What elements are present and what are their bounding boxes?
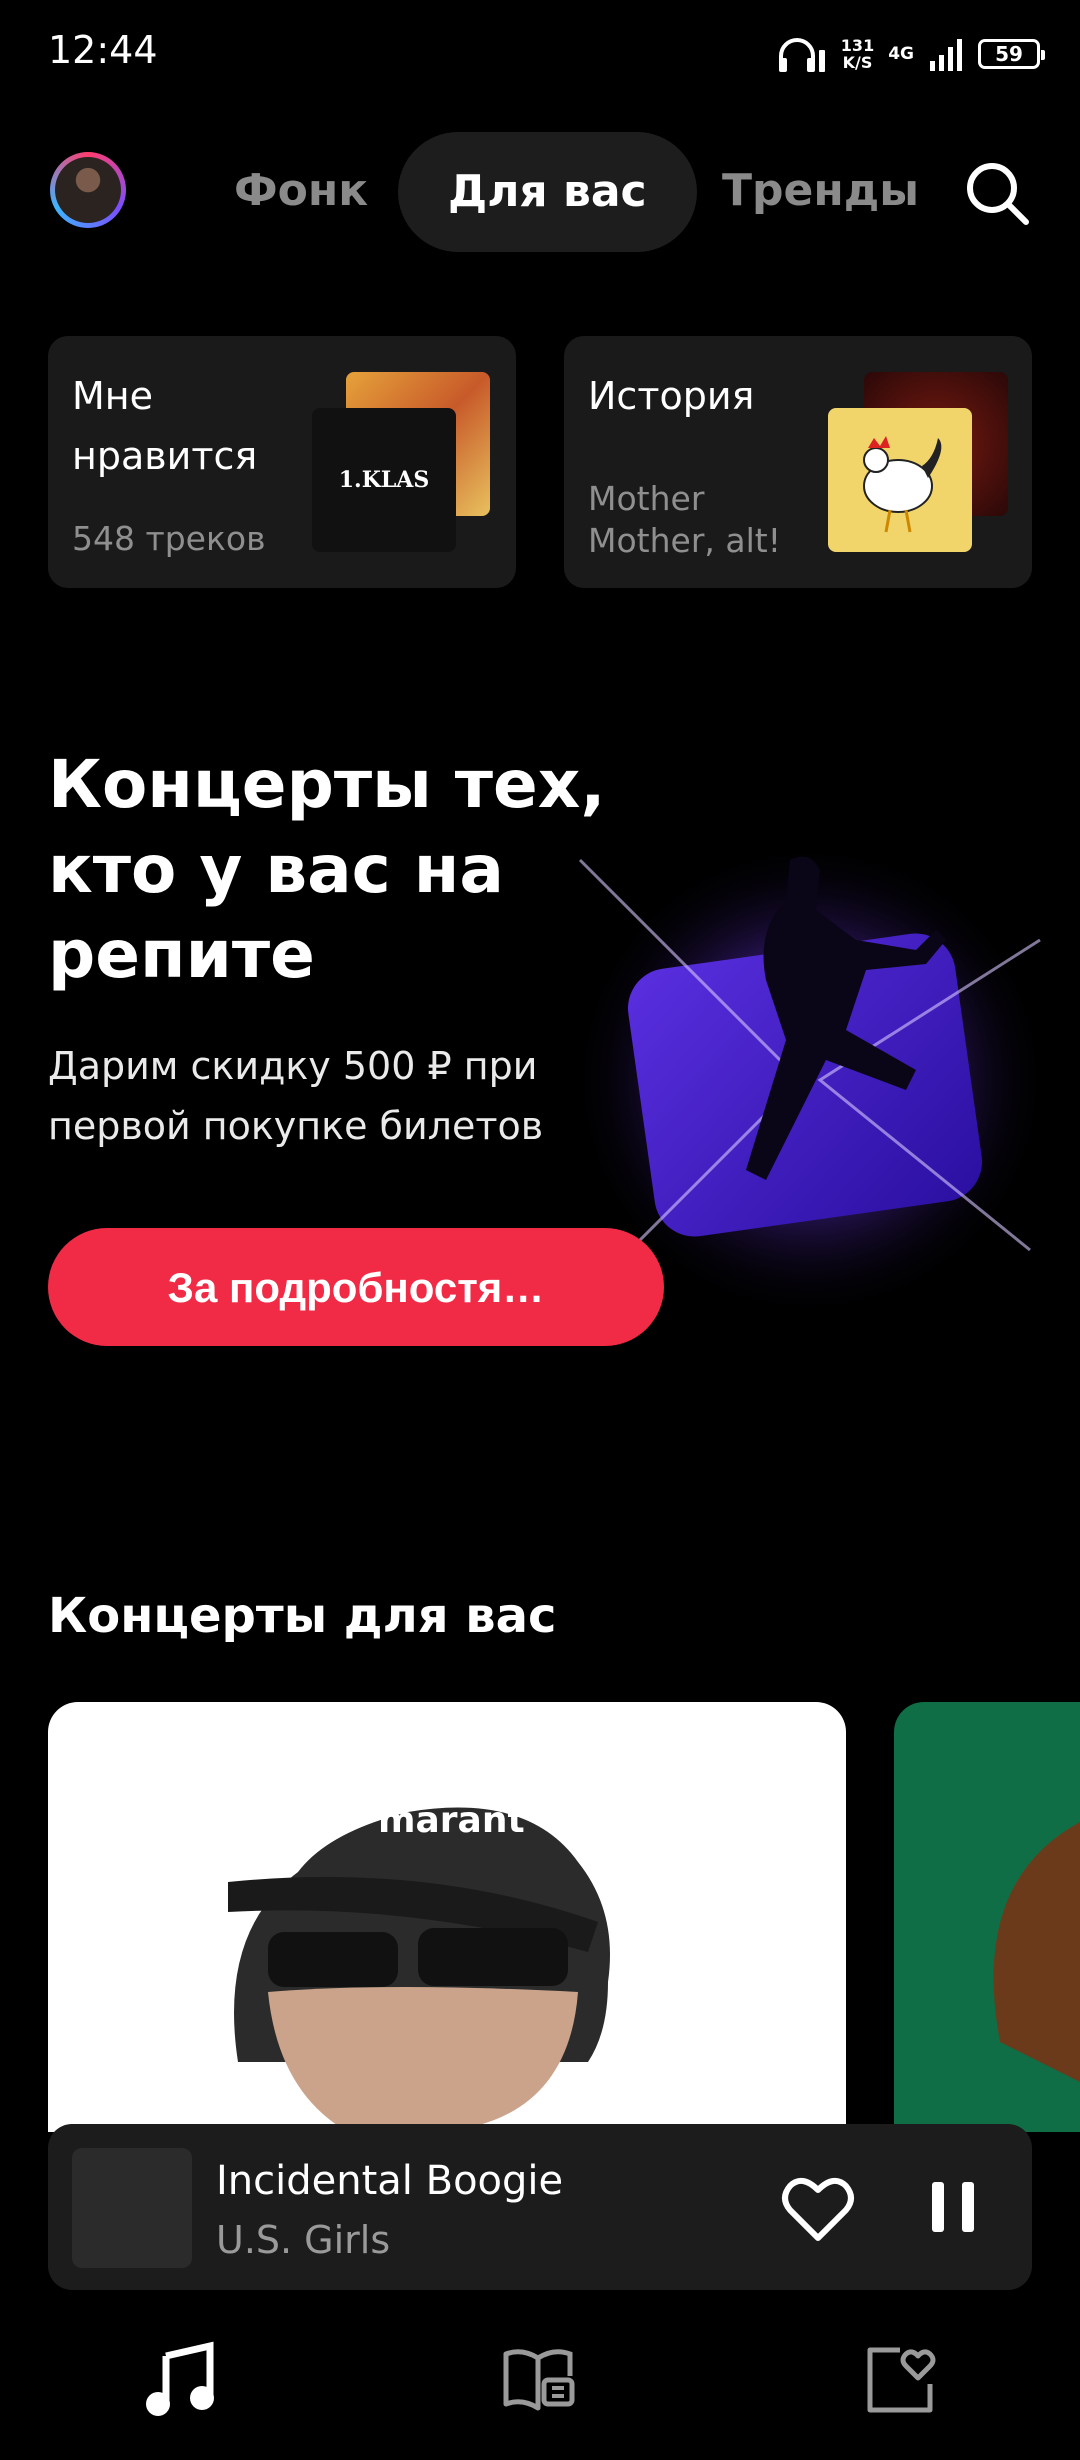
tab-trends[interactable]: Тренды <box>722 158 919 224</box>
avatar[interactable] <box>50 152 126 228</box>
battery-icon: 59 <box>978 39 1045 69</box>
status-icons: 131 K/S 4G 59 <box>775 30 1045 78</box>
concert-card[interactable]: marant <box>48 1702 846 2132</box>
promo-text: Дарим скидку 500 ₽ при первой покупке би… <box>48 1044 544 1148</box>
collection-heart-icon[interactable] <box>860 2340 940 2420</box>
book-icon[interactable] <box>500 2340 580 2420</box>
rooster-icon <box>863 436 942 533</box>
player-cover <box>72 2148 192 2268</box>
card-title: История <box>588 374 755 418</box>
bottom-nav <box>0 2300 1080 2460</box>
promo-title: Концерты тех, кто у вас на репите <box>48 746 606 993</box>
pause-icon[interactable] <box>918 2172 988 2242</box>
player-track-title: Incidental Boogie <box>216 2158 564 2204</box>
music-note-icon[interactable] <box>140 2340 220 2420</box>
album-cover-front: 1.KLAS <box>312 408 456 552</box>
signal-icon <box>930 39 962 71</box>
search-icon[interactable] <box>962 158 1034 230</box>
promo-details-button[interactable]: За подробностя… <box>48 1228 664 1346</box>
tab-for-you[interactable]: Для вас <box>398 132 697 252</box>
card-subtitle: 548 треков <box>72 519 266 558</box>
network-type: 4G <box>888 43 914 64</box>
tab-phonk[interactable]: Фонк <box>234 158 368 224</box>
concert-card-next[interactable] <box>894 1702 1080 2132</box>
heart-icon[interactable] <box>778 2168 858 2248</box>
history-card[interactable]: История Mother Mother, alt! <box>564 336 1032 588</box>
artist-photo: marant <box>228 1800 610 2132</box>
section-title: Концерты для вас <box>48 1588 557 1644</box>
mini-player[interactable]: Incidental Boogie U.S. Girls <box>48 2124 1032 2290</box>
player-artist: U.S. Girls <box>216 2218 391 2262</box>
liked-tracks-card[interactable]: Мне нравится 548 треков 1.KLAS <box>48 336 516 588</box>
album-cover-front <box>828 408 972 552</box>
headphones-icon <box>778 38 825 72</box>
card-subtitle: Mother Mother, alt! <box>588 479 781 560</box>
status-time: 12:44 <box>48 28 158 72</box>
cap-text: marant <box>378 1800 525 1841</box>
card-title: Мне нравится <box>72 374 258 478</box>
net-speed: 131 K/S <box>840 36 875 72</box>
